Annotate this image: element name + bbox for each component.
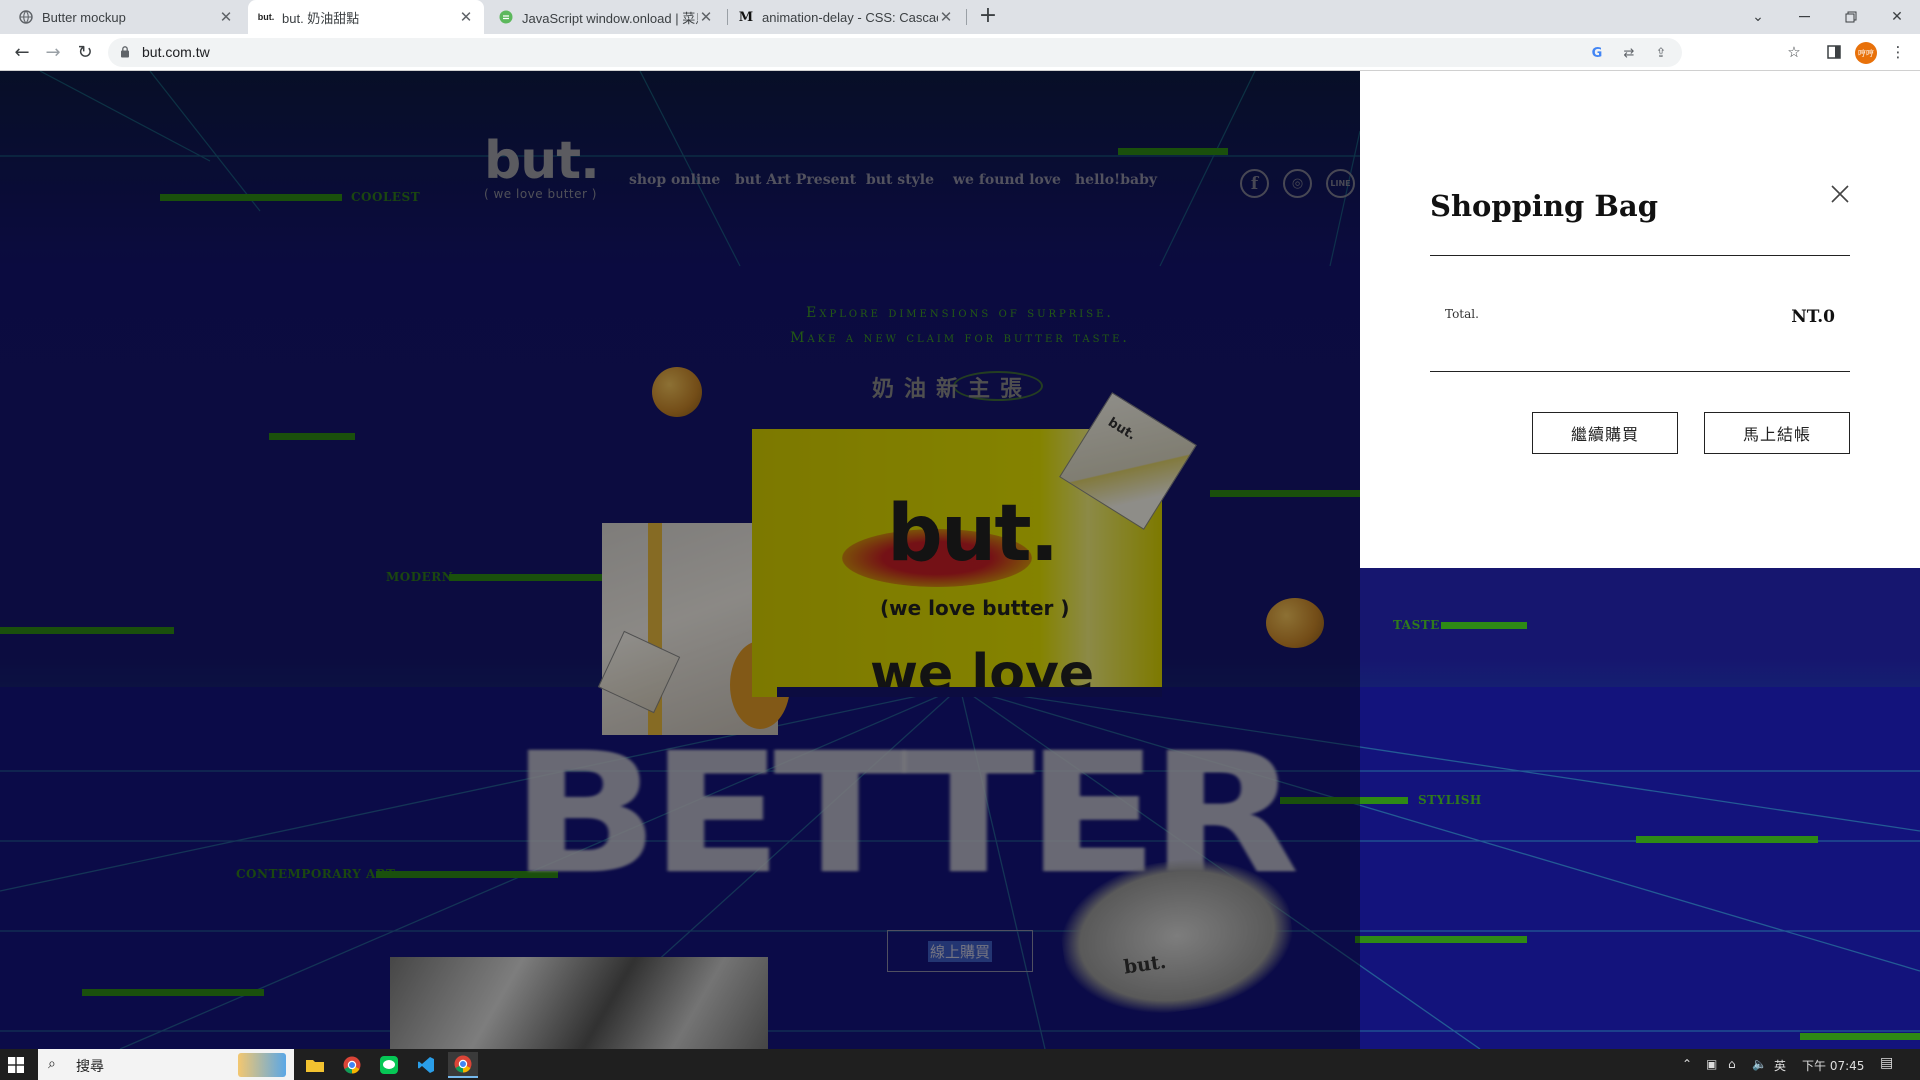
tab-javascript-onload[interactable]: JavaScript window.onload | 菜鳥 ✕ [488, 0, 724, 34]
mdn-favicon-icon: M [738, 9, 754, 25]
minimize-button[interactable] [1781, 0, 1827, 34]
checkout-button[interactable]: 馬上結帳 [1704, 412, 1850, 454]
google-icon[interactable]: G [1588, 44, 1606, 62]
close-icon[interactable] [1829, 183, 1851, 205]
continue-shopping-button[interactable]: 繼續購買 [1532, 412, 1678, 454]
translate-icon[interactable]: ⇄ [1620, 44, 1638, 62]
green-circle-icon [498, 9, 514, 25]
profile-avatar[interactable]: 哼哼 [1855, 42, 1877, 64]
search-icon: ⌕ [48, 1056, 56, 1072]
lock-icon [121, 46, 129, 58]
close-tab-icon[interactable]: ✕ [938, 8, 954, 26]
vscode-icon[interactable] [411, 1052, 441, 1078]
more-menu-icon[interactable]: ⋮ [1884, 38, 1912, 66]
tray-chevron-icon[interactable]: ⌃ [1682, 1057, 1692, 1071]
windows-taskbar: ⌕ 搜尋 ⌃ ▣ ⌂ 🔈 英 下午 07:45 ▤ [0, 1049, 1920, 1080]
volume-icon[interactable]: 🔈 [1752, 1057, 1767, 1071]
tab-title: Butter mockup [42, 9, 126, 25]
file-explorer-icon[interactable] [300, 1052, 330, 1078]
shopping-bag-panel: Shopping Bag Total. NT.0 繼續購買 馬上結帳 [1360, 71, 1920, 568]
close-tab-icon[interactable]: ✕ [218, 8, 234, 26]
tab-but-dessert[interactable]: but. but. 奶油甜點 ✕ [248, 0, 484, 34]
close-tab-icon[interactable]: ✕ [458, 8, 474, 26]
close-tab-icon[interactable]: ✕ [698, 8, 714, 26]
tab-title: but. 奶油甜點 [282, 10, 360, 26]
search-highlight-image [238, 1053, 286, 1077]
chrome-icon[interactable] [337, 1052, 367, 1078]
url-text: but.com.tw [142, 44, 210, 60]
close-window-button[interactable]: ✕ [1874, 0, 1920, 34]
tab-animation-delay[interactable]: M animation-delay - CSS: Cascad ✕ [728, 0, 964, 34]
globe-icon [18, 9, 34, 25]
forward-arrow-icon[interactable]: → [39, 38, 67, 66]
reload-icon[interactable]: ↻ [71, 38, 99, 66]
share-icon[interactable]: ⇪ [1652, 44, 1670, 62]
decor-bar [1800, 1033, 1920, 1040]
modal-backdrop[interactable] [0, 71, 1360, 1049]
decor-bar [1355, 936, 1527, 943]
address-bar[interactable]: but.com.tw G ⇄ ⇪ [108, 38, 1682, 67]
side-panel-icon[interactable] [1820, 38, 1848, 66]
restore-button[interactable] [1828, 0, 1874, 34]
chrome-active-icon[interactable] [448, 1052, 478, 1078]
shopping-bag-title: Shopping Bag [1430, 189, 1658, 223]
browser-toolbar: ← → ↻ but.com.tw G ⇄ ⇪ ☆ ⋮ [0, 34, 1920, 71]
bookmark-star-icon[interactable]: ☆ [1780, 38, 1808, 66]
label-stylish: STYLISH [1418, 793, 1482, 807]
new-tab-button[interactable]: + [976, 5, 1000, 29]
divider [1430, 255, 1850, 256]
total-label: Total. [1445, 307, 1479, 321]
decor-bar [1441, 622, 1527, 629]
tab-butter-mockup[interactable]: Butter mockup ✕ [8, 0, 244, 34]
divider [1430, 371, 1850, 372]
label-taste: TASTE [1393, 618, 1440, 632]
back-arrow-icon[interactable]: ← [8, 38, 36, 66]
decor-bar [1636, 836, 1818, 843]
search-placeholder: 搜尋 [76, 1059, 104, 1075]
tab-separator [966, 9, 967, 25]
taskbar-search[interactable]: ⌕ 搜尋 [38, 1049, 294, 1080]
notifications-icon[interactable]: ▤ [1880, 1055, 1893, 1071]
total-value: NT.0 [1791, 307, 1835, 327]
windows-start-icon[interactable] [8, 1057, 24, 1073]
tray-app-icon[interactable]: ▣ [1706, 1057, 1717, 1071]
tab-search-chevron-icon[interactable]: ⌄ [1735, 0, 1781, 34]
clock[interactable]: 下午 07:45 [1802, 1057, 1864, 1074]
tab-title: animation-delay - CSS: Cascad [762, 9, 938, 25]
network-icon[interactable]: ⌂ [1728, 1057, 1736, 1071]
browser-tab-strip: Butter mockup ✕ but. but. 奶油甜點 ✕ JavaScr… [0, 0, 1920, 34]
line-app-icon[interactable] [374, 1052, 404, 1078]
ime-indicator[interactable]: 英 [1774, 1057, 1786, 1074]
tab-title: JavaScript window.onload | 菜鳥 [522, 10, 698, 26]
but-favicon-icon: but. [257, 12, 275, 22]
